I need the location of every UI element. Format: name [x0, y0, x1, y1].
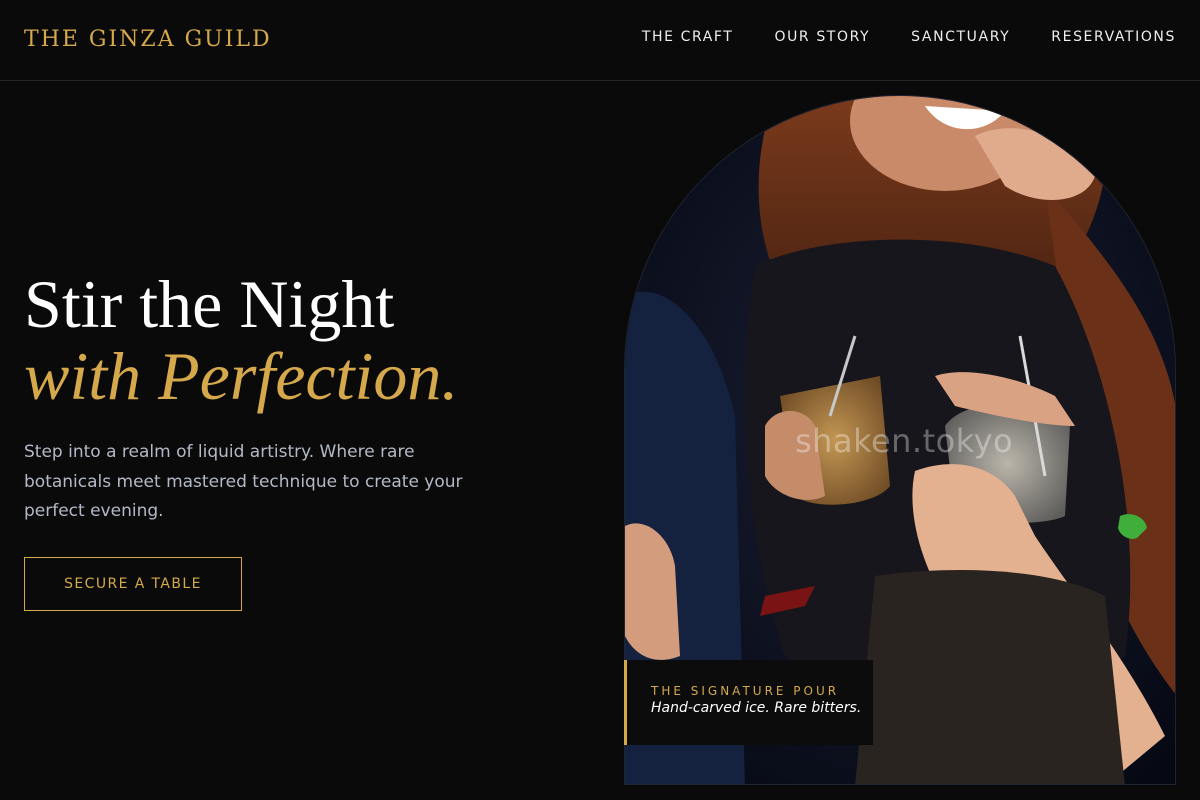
nav-link-the-craft[interactable]: THE CRAFT — [642, 29, 734, 45]
hero-title-line-2: with Perfection. — [24, 338, 459, 414]
caption-title: THE SIGNATURE POUR — [651, 684, 840, 698]
image-watermark: shaken.tokyo — [795, 422, 1014, 460]
brand-logo[interactable]: THE GINZA GUILD — [24, 27, 272, 52]
nav-link-sanctuary[interactable]: SANCTUARY — [911, 29, 1010, 45]
nav-link-reservations[interactable]: RESERVATIONS — [1051, 29, 1176, 45]
nav-link-our-story[interactable]: OUR STORY — [774, 29, 870, 45]
secure-table-button[interactable]: SECURE A TABLE — [24, 557, 242, 611]
hero-title: Stir the Night with Perfection. — [24, 268, 458, 412]
signature-pour-caption: THE SIGNATURE POUR Hand-carved ice. Rare… — [624, 660, 873, 745]
top-navigation-bar: THE GINZA GUILD THE CRAFT OUR STORY SANC… — [0, 0, 1200, 81]
hero-title-line-1: Stir the Night — [24, 266, 395, 342]
main-nav: THE CRAFT OUR STORY SANCTUARY RESERVATIO… — [642, 29, 1176, 45]
hero-description: Step into a realm of liquid artistry. Wh… — [24, 442, 463, 521]
caption-text: Hand-carved ice. Rare bitters. — [651, 700, 862, 716]
